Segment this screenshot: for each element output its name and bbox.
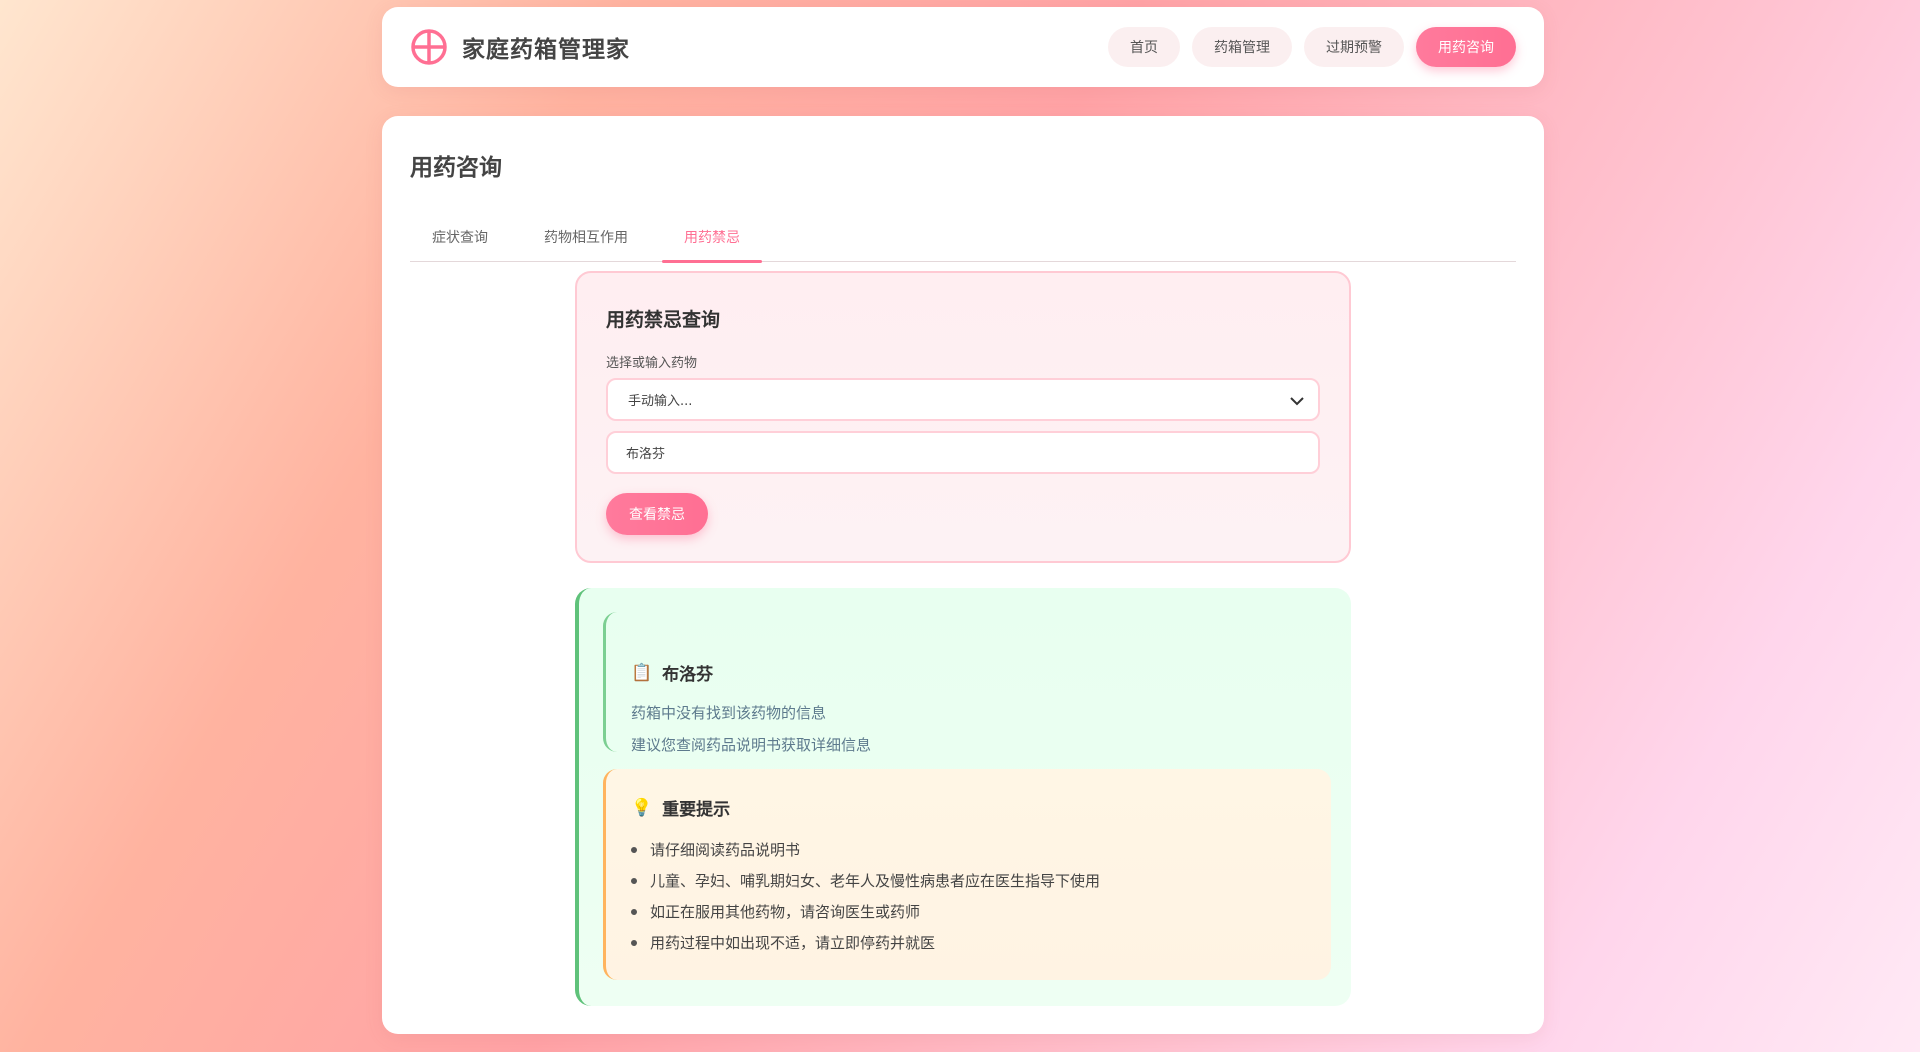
- tips-list: 请仔细阅读药品说明书 儿童、孕妇、哺乳期妇女、老年人及慢性病患者应在医生指导下使…: [631, 834, 1100, 958]
- drug-name-input[interactable]: [606, 431, 1320, 474]
- tab-drug-interaction[interactable]: 药物相互作用: [522, 212, 650, 262]
- tips-title-text: 重要提示: [662, 800, 731, 820]
- drug-info-card: 📋 布洛芬 药箱中没有找到该药物的信息 建议您查阅药品说明书获取详细信息: [603, 612, 1331, 754]
- list-item: 用药过程中如出现不适，请立即停药并就医: [631, 927, 1100, 958]
- card-title: 用药禁忌查询: [606, 309, 721, 331]
- tab-contraindication[interactable]: 用药禁忌: [662, 212, 762, 263]
- drug-not-found-text: 药箱中没有找到该药物的信息: [631, 704, 827, 722]
- app-header: 家庭药箱管理家 首页 药箱管理 过期预警 用药咨询: [382, 7, 1544, 87]
- nav-consultation[interactable]: 用药咨询: [1416, 27, 1516, 67]
- drug-select[interactable]: 手动输入...: [606, 378, 1320, 421]
- drug-select-value: 手动输入...: [628, 394, 693, 409]
- result-panel: 📋 布洛芬 药箱中没有找到该药物的信息 建议您查阅药品说明书获取详细信息 💡 重…: [575, 588, 1351, 1006]
- clipboard-icon: 📋: [631, 662, 653, 683]
- list-item: 如正在服用其他药物，请咨询医生或药师: [631, 896, 1100, 927]
- chevron-down-icon: [1290, 397, 1304, 406]
- tab-symptom-query[interactable]: 症状查询: [410, 212, 510, 262]
- drug-advice-text: 建议您查阅药品说明书获取详细信息: [631, 736, 872, 754]
- main-nav: 首页 药箱管理 过期预警 用药咨询: [1108, 27, 1516, 67]
- drug-select-label: 选择或输入药物: [606, 356, 698, 371]
- contraindication-query-card: 用药禁忌查询 选择或输入药物 手动输入... 查看禁忌: [575, 271, 1351, 563]
- nav-expiry-warning[interactable]: 过期预警: [1304, 27, 1404, 67]
- lightbulb-icon: 💡: [631, 797, 653, 818]
- tab-bar: 症状查询 药物相互作用 用药禁忌: [410, 212, 1516, 263]
- list-item: 请仔细阅读药品说明书: [631, 834, 1100, 865]
- drug-name: 布洛芬: [662, 665, 714, 685]
- nav-home[interactable]: 首页: [1108, 27, 1180, 67]
- list-item: 儿童、孕妇、哺乳期妇女、老年人及慢性病患者应在医生指导下使用: [631, 865, 1100, 896]
- drug-info-title: 📋 布洛芬: [631, 660, 714, 686]
- tips-title: 💡 重要提示: [631, 795, 731, 821]
- medical-cross-icon: [411, 29, 447, 65]
- main-panel: 用药咨询 症状查询 药物相互作用 用药禁忌 用药禁忌查询 选择或输入药物 手动输…: [382, 116, 1544, 1034]
- page-title: 用药咨询: [410, 155, 502, 181]
- nav-medicine-box[interactable]: 药箱管理: [1192, 27, 1292, 67]
- important-tips-card: 💡 重要提示 请仔细阅读药品说明书 儿童、孕妇、哺乳期妇女、老年人及慢性病患者应…: [603, 769, 1331, 980]
- app-title: 家庭药箱管理家: [462, 37, 630, 63]
- view-contraindication-button[interactable]: 查看禁忌: [606, 493, 708, 535]
